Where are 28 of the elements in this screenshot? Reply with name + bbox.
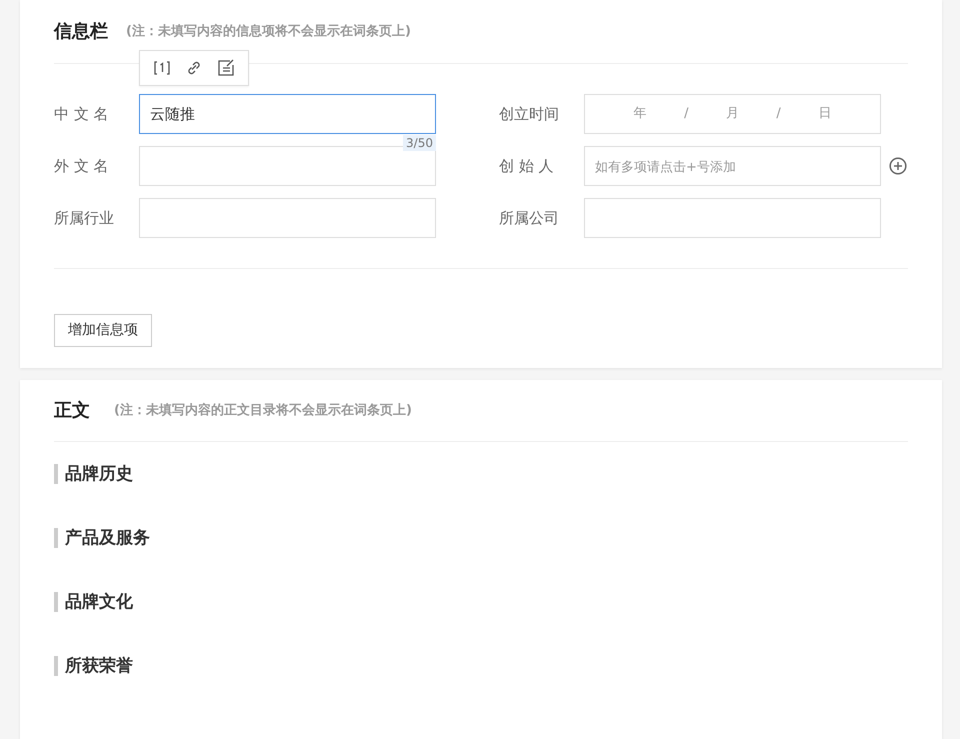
- character-counter: 3/50: [403, 135, 436, 151]
- field-label: 创 始 人: [499, 156, 555, 177]
- input-field[interactable]: [139, 198, 436, 238]
- input-field[interactable]: 云随推: [139, 94, 436, 134]
- field-label: 所属行业: [54, 208, 115, 229]
- section-heading[interactable]: 品牌历史: [54, 464, 133, 484]
- date-part: 月: [726, 105, 739, 124]
- field-label: 外 文 名: [54, 156, 110, 177]
- add-icon[interactable]: [889, 157, 907, 175]
- date-part: /: [684, 105, 689, 124]
- date-part: 年: [634, 105, 647, 124]
- section-heading[interactable]: 所获荣誉: [54, 656, 133, 676]
- field-label: 中 文 名: [54, 104, 110, 125]
- date-part: /: [776, 105, 781, 124]
- field-label: 所属公司: [499, 208, 560, 229]
- edit-icon[interactable]: [216, 59, 236, 77]
- reference-icon[interactable]: [152, 59, 172, 77]
- input-field[interactable]: 如有多项请点击+号添加: [584, 146, 881, 186]
- section-heading[interactable]: 品牌文化: [54, 592, 133, 612]
- input-field[interactable]: [584, 198, 881, 238]
- panel-title: 正文: [54, 399, 90, 423]
- panel-note: (注：未填写内容的正文目录将不会显示在词条页上): [114, 402, 412, 420]
- field-label: 创立时间: [499, 104, 560, 125]
- add-item-button[interactable]: 增加信息项: [54, 314, 152, 347]
- panel-title: 信息栏: [54, 20, 108, 44]
- panel-note: (注：未填写内容的信息项将不会显示在词条页上): [126, 22, 411, 41]
- date-part: 日: [818, 105, 832, 124]
- section-heading[interactable]: 产品及服务: [54, 528, 150, 548]
